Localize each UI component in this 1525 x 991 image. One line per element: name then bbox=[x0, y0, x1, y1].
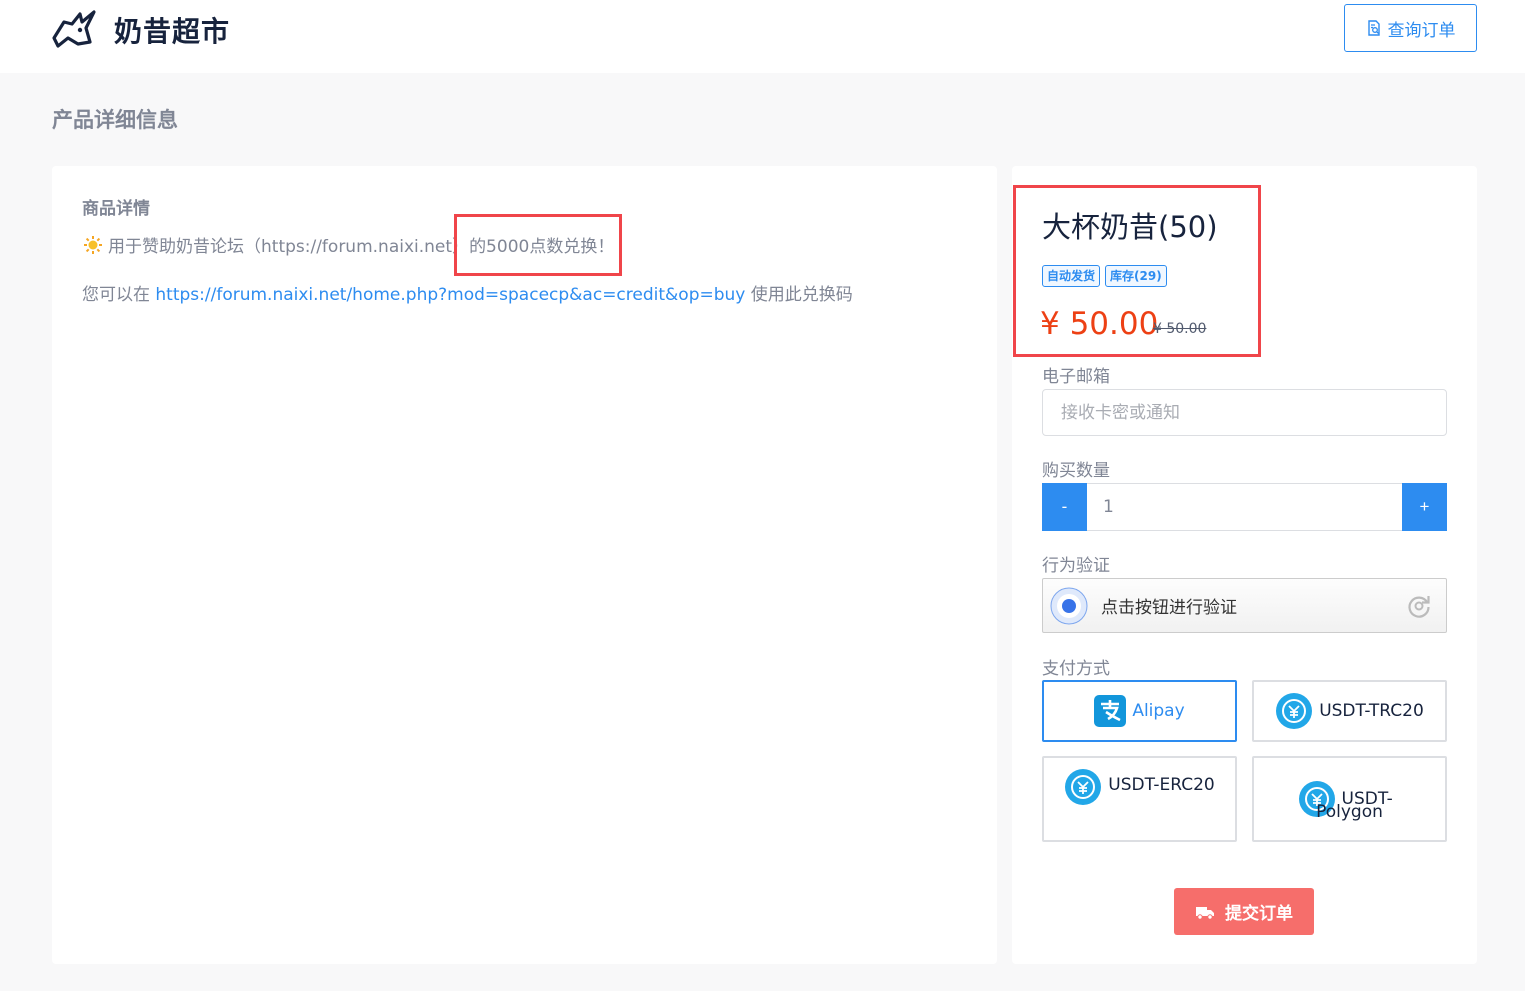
page-heading: 产品详细信息 bbox=[52, 108, 178, 132]
submit-order-button[interactable]: 提交订单 bbox=[1174, 888, 1314, 935]
description-text: 用于赞助奶昔论坛（https://forum.naixi.net） bbox=[108, 237, 470, 257]
purchase-card: 大杯奶昔(50) 自动发货 库存(29) ¥ 50.00 ¥ 50.00 电子邮… bbox=[1012, 166, 1477, 964]
query-order-label: 查询订单 bbox=[1387, 20, 1456, 41]
email-input[interactable] bbox=[1042, 389, 1447, 436]
payment-option-label: USDT-ERC20 bbox=[1108, 775, 1215, 795]
annotation-highlight-box bbox=[1013, 185, 1261, 357]
payment-option-label: USDT-TRC20 bbox=[1319, 701, 1424, 721]
alipay-icon bbox=[1094, 695, 1127, 727]
query-order-button[interactable]: 查询订单 bbox=[1344, 4, 1477, 52]
usdt-coin-icon bbox=[1276, 693, 1313, 729]
submit-order-label: 提交订单 bbox=[1225, 904, 1293, 924]
quantity-label: 购买数量 bbox=[1042, 461, 1110, 481]
quantity-increase-button[interactable]: + bbox=[1402, 483, 1447, 531]
quantity-input[interactable] bbox=[1087, 483, 1402, 531]
description-text: 使用此兑换码 bbox=[745, 285, 853, 305]
top-navbar: 奶昔超市 查询订单 bbox=[0, 0, 1525, 73]
truck-icon bbox=[1196, 906, 1214, 920]
annotation-highlight-box bbox=[454, 214, 622, 276]
description-text: 您可以在 bbox=[82, 285, 156, 305]
payment-option-usdt-erc20[interactable]: USDT-ERC20 bbox=[1042, 756, 1237, 842]
payment-option-alipay[interactable]: Alipay bbox=[1042, 680, 1237, 742]
section-title: 商品详情 bbox=[82, 199, 150, 219]
captcha-dot-icon bbox=[1050, 587, 1088, 624]
quantity-decrease-button[interactable]: - bbox=[1042, 483, 1087, 531]
email-label: 电子邮箱 bbox=[1042, 367, 1110, 387]
captcha-label: 行为验证 bbox=[1042, 556, 1110, 576]
captcha-verify-button[interactable]: 点击按钮进行验证 bbox=[1042, 578, 1447, 633]
unicorn-logo-icon[interactable] bbox=[50, 8, 98, 50]
document-search-icon bbox=[1367, 20, 1380, 36]
credit-buy-link[interactable]: https://forum.naixi.net/home.php?mod=spa… bbox=[155, 285, 745, 305]
product-description-card: 商品详情 用于赞助奶昔论坛（https://forum.naixi.net） 的… bbox=[52, 166, 997, 964]
quantity-stepper: - + bbox=[1042, 483, 1447, 531]
sun-icon bbox=[84, 235, 102, 254]
captcha-text: 点击按钮进行验证 bbox=[1101, 598, 1237, 618]
payment-option-usdt-trc20[interactable]: USDT-TRC20 bbox=[1252, 680, 1447, 742]
site-title[interactable]: 奶昔超市 bbox=[114, 10, 230, 50]
payment-option-label-part: Polygon bbox=[1316, 802, 1383, 822]
description-line-2: 您可以在 https://forum.naixi.net/home.php?mo… bbox=[82, 280, 853, 305]
payment-option-usdt-polygon[interactable]: USDT- Polygon bbox=[1252, 756, 1447, 842]
payment-label: 支付方式 bbox=[1042, 659, 1110, 679]
usdt-coin-icon bbox=[1065, 769, 1102, 805]
payment-option-label: Alipay bbox=[1132, 701, 1185, 721]
refresh-icon[interactable] bbox=[1406, 593, 1432, 619]
